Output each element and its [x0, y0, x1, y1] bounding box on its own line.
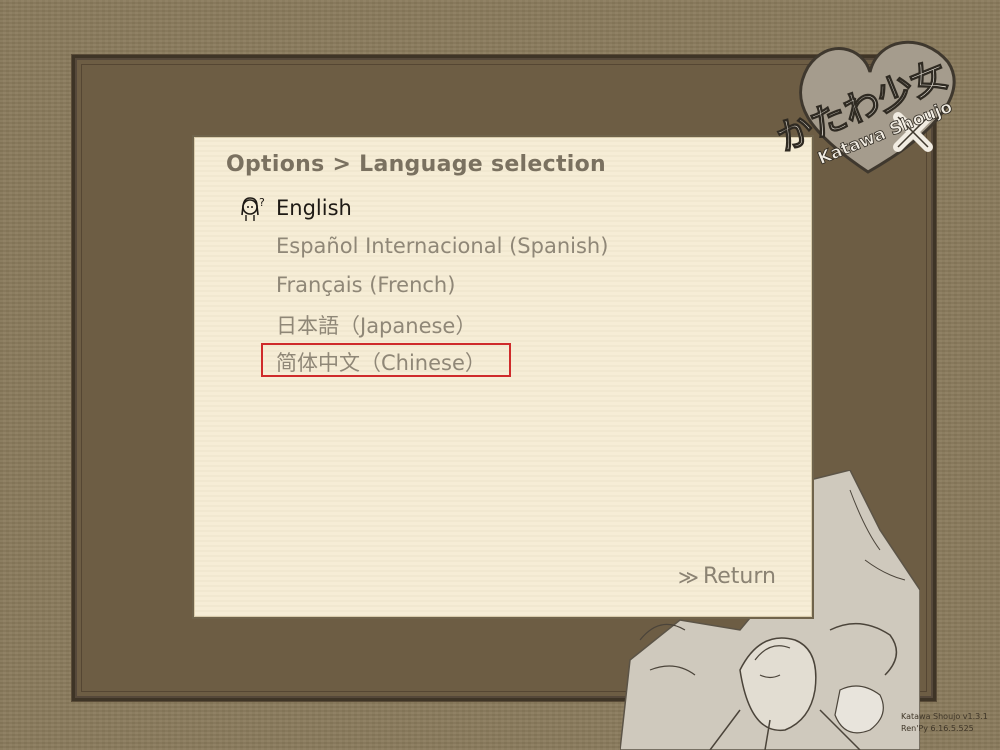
- return-label: Return: [702, 564, 776, 589]
- katawa-shoujo-logo: かたわ少女 Katawa Shoujo: [771, 40, 956, 174]
- language-option-spanish[interactable]: Español Internacional (Spanish): [276, 234, 608, 258]
- selection-highlight-box: [261, 343, 511, 377]
- double-chevron-right-icon: ≫: [678, 564, 699, 589]
- page-title: Options > Language selection: [226, 152, 606, 177]
- language-option-english[interactable]: English: [276, 196, 352, 220]
- language-option-japanese[interactable]: 日本語（Japanese）: [276, 310, 476, 340]
- version-line-1: Katawa Shoujo v1.3.1: [901, 712, 988, 721]
- language-option-french[interactable]: Français (French): [276, 273, 455, 297]
- version-line-2: Ren'Py 6.16.5.525: [901, 724, 974, 733]
- version-info: Katawa Shoujo v1.3.1 Ren'Py 6.16.5.525: [901, 711, 988, 735]
- cursor-question-mark: ?: [259, 196, 265, 209]
- girl-question-icon: ?: [241, 196, 265, 221]
- return-button[interactable]: ≫ Return: [678, 564, 776, 589]
